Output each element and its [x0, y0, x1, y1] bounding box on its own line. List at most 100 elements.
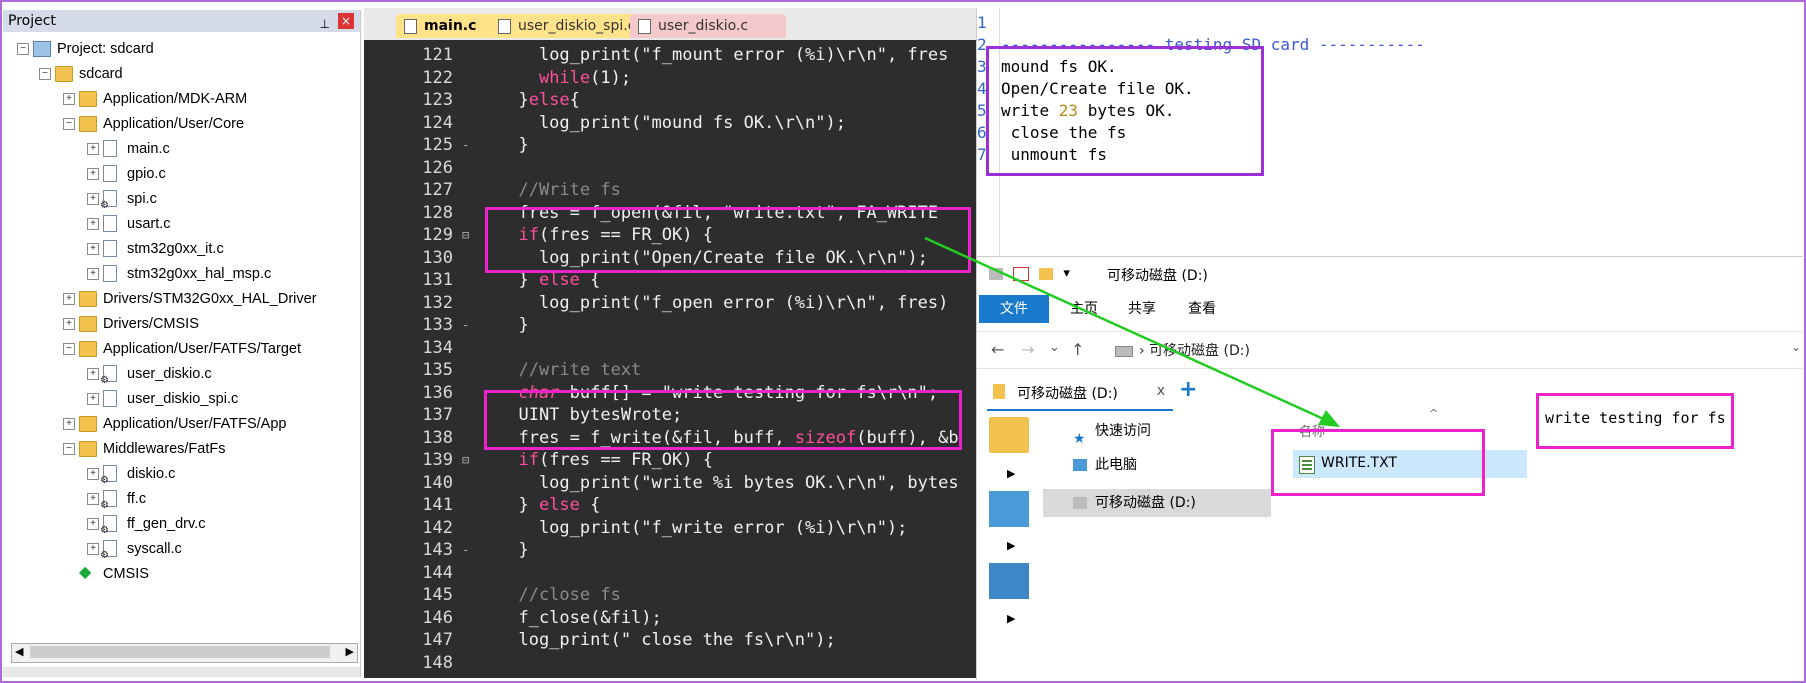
tree-item[interactable]: + diskio.c: [3, 463, 353, 492]
tree-item[interactable]: + main.c: [3, 138, 353, 160]
tree-item[interactable]: + stm32g0xx_hal_msp.c: [3, 263, 353, 285]
fold-collapse-icon[interactable]: ⊟: [462, 224, 469, 247]
expand-arrow-icon[interactable]: ▶: [1007, 467, 1015, 480]
expand-icon[interactable]: +: [63, 318, 75, 330]
tree-item[interactable]: + user_diskio.c: [3, 363, 353, 392]
nav-item-quick-access[interactable]: ★ 快速访问: [1073, 417, 1151, 447]
tree-item[interactable]: + syscall.c: [3, 538, 353, 567]
tree-item[interactable]: − Middlewares/FatFs: [3, 438, 353, 460]
code-line[interactable]: 125- }: [364, 134, 976, 157]
expand-icon[interactable]: +: [63, 293, 75, 305]
code-line[interactable]: 126: [364, 157, 976, 180]
expand-icon[interactable]: +: [87, 218, 99, 230]
tree-item[interactable]: + gpio.c: [3, 163, 353, 185]
horizontal-scrollbar[interactable]: ◀ ▶: [11, 643, 358, 663]
pin-icon[interactable]: ⊥: [320, 13, 330, 35]
tab-user-diskio-c[interactable]: user_diskio.c: [630, 14, 786, 38]
expand-icon[interactable]: +: [87, 268, 99, 280]
fold-collapse-icon[interactable]: ⊟: [462, 449, 469, 472]
tree-item[interactable]: + usart.c: [3, 213, 353, 235]
ribbon-tab-share[interactable]: 共享: [1117, 295, 1167, 323]
tree-item[interactable]: + stm32g0xx_it.c: [3, 238, 353, 260]
new-tab-plus-icon[interactable]: +: [1179, 377, 1197, 402]
nav-item-removable-disk[interactable]: 可移动磁盘 (D:): [1043, 489, 1271, 517]
code-line[interactable]: 141 } else {: [364, 494, 976, 517]
code-line[interactable]: 143- }: [364, 539, 976, 562]
tree-item-label: Application/User/FATFS/App: [103, 416, 287, 432]
code-line[interactable]: 135 //write text: [364, 359, 976, 382]
expand-icon[interactable]: +: [87, 493, 99, 505]
tab-user-diskio-spi-c[interactable]: user_diskio_spi.c: [490, 14, 652, 38]
code-line[interactable]: 142 log_print("f_write error (%i)\r\n");: [364, 517, 976, 540]
back-arrow-icon[interactable]: ←: [991, 340, 1004, 359]
collapse-icon[interactable]: −: [63, 443, 75, 455]
code-line[interactable]: 144: [364, 562, 976, 585]
code-line[interactable]: 139 ⊟ if(fres == FR_OK) {: [364, 449, 976, 472]
collapse-icon[interactable]: −: [63, 118, 75, 130]
collapse-icon[interactable]: −: [17, 43, 29, 55]
expand-icon[interactable]: +: [87, 143, 99, 155]
code-line[interactable]: 123 }else{: [364, 89, 976, 112]
tree-item[interactable]: − Application/User/Core: [3, 113, 353, 135]
close-icon[interactable]: ×: [338, 13, 354, 29]
expand-icon[interactable]: +: [87, 168, 99, 180]
expand-arrow-icon[interactable]: ▶: [1007, 539, 1015, 552]
panel-bottom-tabs[interactable]: [3, 667, 360, 677]
explorer-location-tab[interactable]: 可移动磁盘 (D:) x: [987, 375, 1173, 411]
code-line[interactable]: 127 //Write fs: [364, 179, 976, 202]
code-line[interactable]: 124 log_print("mound fs OK.\r\n");: [364, 112, 976, 135]
customize-toolbar-icon[interactable]: ▾: [1063, 266, 1070, 281]
code-line[interactable]: 133- }: [364, 314, 976, 337]
tree-item[interactable]: + ff.c: [3, 488, 353, 517]
code-line[interactable]: 134: [364, 337, 976, 360]
nav-item-this-pc[interactable]: 此电脑: [1073, 451, 1137, 479]
code-line[interactable]: 148: [364, 652, 976, 675]
tree-item[interactable]: + Application/User/FATFS/App: [3, 413, 353, 435]
ribbon-tab-view[interactable]: 查看: [1177, 295, 1227, 323]
scrollbar-thumb[interactable]: [30, 646, 330, 658]
expand-icon[interactable]: +: [87, 468, 99, 480]
new-folder-icon[interactable]: [1039, 267, 1054, 280]
forward-arrow-icon[interactable]: →: [1021, 340, 1034, 359]
tree-item[interactable]: − Application/User/FATFS/Target: [3, 338, 353, 360]
code-line[interactable]: 121 log_print("f_mount error (%i)\r\n", …: [364, 44, 976, 67]
tree-item[interactable]: + spi.c: [3, 188, 353, 217]
expand-icon[interactable]: +: [63, 418, 75, 430]
tree-item[interactable]: ◆ CMSIS: [3, 563, 353, 585]
code-line[interactable]: 147 log_print(" close the fs\r\n");: [364, 629, 976, 652]
expand-icon[interactable]: +: [87, 193, 99, 205]
scroll-left-icon[interactable]: ◀: [15, 645, 23, 658]
code-line[interactable]: 146 f_close(&fil);: [364, 607, 976, 630]
expand-icon[interactable]: +: [87, 393, 99, 405]
ribbon-tab-home[interactable]: 主页: [1059, 295, 1109, 323]
tree-item[interactable]: + Application/MDK-ARM: [3, 88, 353, 110]
code-line[interactable]: 140 log_print("write %i bytes OK.\r\n", …: [364, 472, 976, 495]
tree-item[interactable]: + Drivers/CMSIS: [3, 313, 353, 335]
expand-arrow-icon[interactable]: ▶: [1007, 612, 1015, 625]
tree-item[interactable]: + ff_gen_drv.c: [3, 513, 353, 542]
close-tab-icon[interactable]: x: [1157, 383, 1165, 399]
tree-item[interactable]: + user_diskio_spi.c: [3, 388, 353, 410]
up-arrow-icon[interactable]: ↑: [1071, 340, 1084, 359]
code-line[interactable]: 122 while(1);: [364, 67, 976, 90]
code-area[interactable]: 148 147 log_print(" close the fs\r\n"); 14…: [364, 44, 976, 678]
expand-icon[interactable]: +: [63, 93, 75, 105]
expand-icon[interactable]: +: [87, 543, 99, 555]
collapse-icon[interactable]: −: [39, 68, 51, 80]
code-line[interactable]: 132 log_print("f_open error (%i)\r\n", f…: [364, 292, 976, 315]
recent-locations-icon[interactable]: ⌄: [1049, 340, 1060, 355]
tree-item[interactable]: − Project: sdcard: [3, 38, 353, 60]
tree-item[interactable]: − sdcard: [3, 63, 353, 85]
expand-icon[interactable]: +: [87, 243, 99, 255]
address-path[interactable]: › 可移动磁盘 (D:): [1115, 340, 1250, 360]
collapse-icon[interactable]: −: [63, 343, 75, 355]
chevron-down-icon[interactable]: ⌄: [1791, 340, 1801, 354]
expand-icon[interactable]: +: [87, 518, 99, 530]
tree-item-label: main.c: [127, 141, 170, 157]
ribbon-tab-file[interactable]: 文件: [979, 295, 1049, 323]
scroll-right-icon[interactable]: ▶: [346, 645, 354, 658]
code-line[interactable]: 145 //close fs: [364, 584, 976, 607]
tree-item[interactable]: + Drivers/STM32G0xx_HAL_Driver: [3, 288, 353, 310]
expand-icon[interactable]: +: [87, 368, 99, 380]
properties-icon[interactable]: [1013, 266, 1030, 281]
